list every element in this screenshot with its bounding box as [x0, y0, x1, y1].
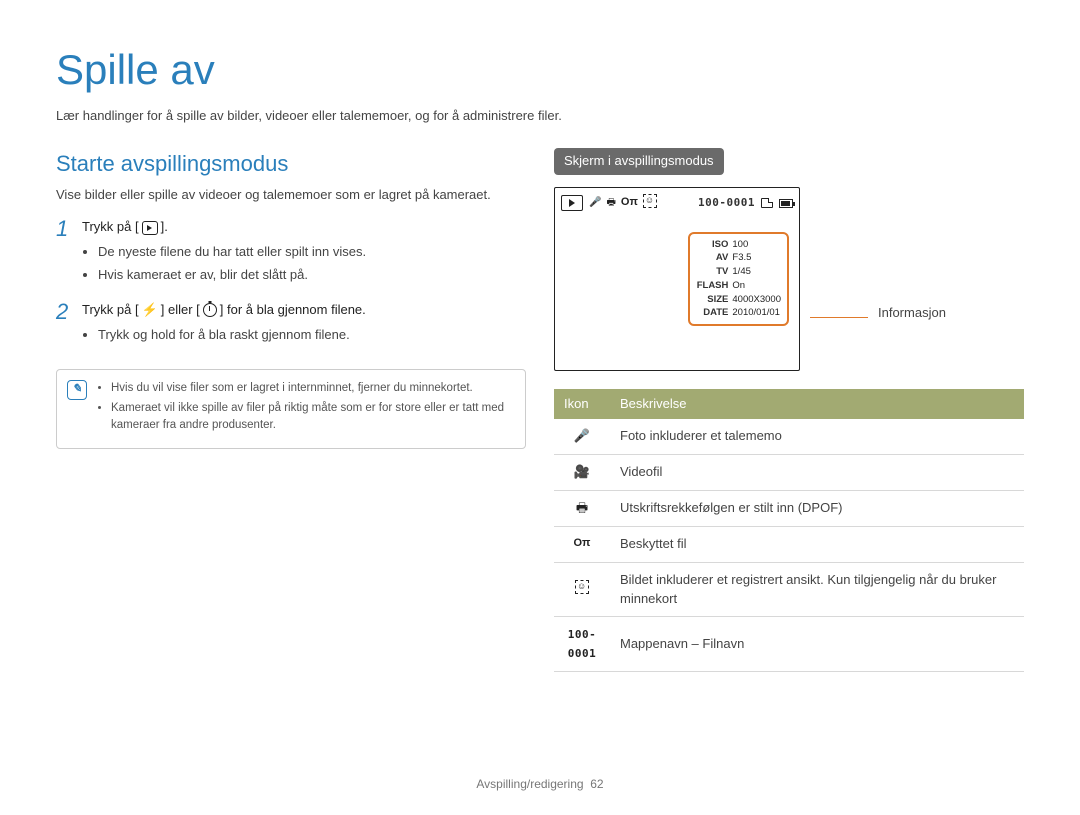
callout-line	[810, 317, 868, 318]
table-row: 🎥Videofil	[554, 455, 1024, 491]
sd-card-icon	[761, 198, 773, 208]
mic-icon: 🎤	[589, 196, 601, 211]
note-icon: ✎	[67, 380, 87, 400]
play-button-icon	[142, 221, 158, 235]
section-heading: Starte avspillingsmodus	[56, 148, 526, 180]
screen-diagram: 🎤 🖶 Oπ 100-0001 I	[554, 187, 1024, 371]
note-list: Hvis du vil vise filer som er lagret i i…	[97, 380, 513, 438]
note-box: ✎ Hvis du vil vise filer som er lagret i…	[56, 369, 526, 449]
page-footer: Avspilling/redigering 62	[0, 776, 1080, 793]
step-number: 2	[56, 301, 74, 349]
file-number: 100-0001	[698, 195, 755, 211]
video-icon: 🎥	[554, 455, 610, 491]
page-subtitle: Lær handlinger for å spille av bilder, v…	[56, 107, 1024, 126]
fileno-icon: 100-0001	[554, 617, 610, 672]
icon-description-table: Ikon Beskrivelse 🎤Foto inkluderer et tal…	[554, 389, 1024, 673]
step-1: 1 Trykk på [ ]. De nyeste filene du har …	[56, 218, 526, 289]
section-chip: Skjerm i avspillingsmodus	[554, 148, 724, 175]
content-columns: Starte avspillingsmodus Vise bilder elle…	[56, 148, 1024, 672]
table-row: 🖶Utskriftsrekkefølgen er stilt inn (DPOF…	[554, 491, 1024, 527]
face-icon	[554, 562, 610, 617]
step-2-text: Trykk på [ ⚡ ] eller [ ] for å bla gjenn…	[82, 301, 526, 320]
step-2-bullets: Trykk og hold for å bla raskt gjennom fi…	[82, 326, 526, 345]
step-1-text: Trykk på [ ].	[82, 218, 526, 237]
step-1-bullets: De nyeste filene du har tatt eller spilt…	[82, 243, 526, 285]
flash-icon: ⚡	[142, 301, 158, 320]
table-row: 🎤Foto inkluderer et talememo	[554, 419, 1024, 454]
table-row: Bildet inkluderer et registrert ansikt. …	[554, 562, 1024, 617]
left-column: Starte avspillingsmodus Vise bilder elle…	[56, 148, 526, 672]
battery-icon	[779, 199, 793, 208]
face-icon	[643, 194, 657, 214]
manual-page: Spille av Lær handlinger for å spille av…	[0, 0, 1080, 815]
table-header-icon: Ikon	[554, 389, 610, 420]
step-number: 1	[56, 218, 74, 289]
table-row: 100-0001Mappenavn – Filnavn	[554, 617, 1024, 672]
table-row: OπBeskyttet fil	[554, 526, 1024, 562]
protect-icon: Oπ	[554, 526, 610, 562]
print-icon: 🖶	[554, 491, 610, 527]
print-icon: 🖶	[606, 196, 615, 211]
table-header-desc: Beskrivelse	[610, 389, 1024, 420]
timer-icon	[203, 303, 217, 317]
play-mode-icon	[561, 195, 583, 211]
right-column: Skjerm i avspillingsmodus 🎤 🖶 Oπ	[554, 148, 1024, 672]
page-title: Spille av	[56, 40, 1024, 101]
camera-screen: 🎤 🖶 Oπ 100-0001 I	[554, 187, 800, 371]
info-overlay: ISO100 AVF3.5 TV1/45 FLASHOn SIZE4000X30…	[688, 232, 789, 327]
callout-label: Informasjon	[878, 304, 946, 323]
protect-icon: Oπ	[621, 195, 638, 211]
section-intro: Vise bilder eller spille av videoer og t…	[56, 186, 526, 205]
step-2: 2 Trykk på [ ⚡ ] eller [ ] for å bla gje…	[56, 301, 526, 349]
mic-icon: 🎤	[554, 419, 610, 454]
